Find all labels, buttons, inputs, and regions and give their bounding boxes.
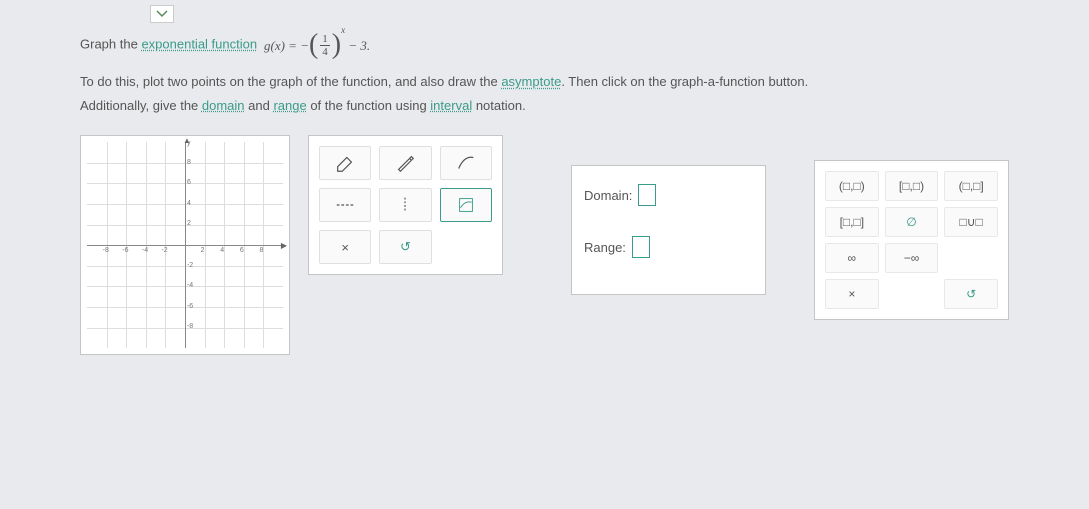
neg-infinity[interactable]: −∞ bbox=[885, 243, 939, 273]
point-tool[interactable] bbox=[379, 146, 431, 180]
infinity[interactable]: ∞ bbox=[825, 243, 879, 273]
interval-open-closed[interactable]: (□,□] bbox=[944, 171, 998, 201]
graph-canvas[interactable]: y ▲ ▶ -8 -6 -4 -2 2 4 6 8 8 6 4 2 -2 -4 … bbox=[80, 135, 290, 355]
link-asymptote[interactable]: asymptote bbox=[501, 74, 561, 89]
clear-button[interactable]: × bbox=[319, 230, 371, 264]
segment-tool[interactable] bbox=[379, 188, 431, 222]
reset-button[interactable]: ↺ bbox=[379, 230, 431, 264]
range-input[interactable] bbox=[632, 236, 650, 258]
link-range[interactable]: range bbox=[273, 98, 306, 113]
formula: g(x) = −(14)x − 3. bbox=[261, 20, 370, 70]
curve-tool[interactable] bbox=[440, 146, 492, 180]
range-label: Range: bbox=[584, 240, 626, 255]
link-domain[interactable]: domain bbox=[202, 98, 245, 113]
link-exponential[interactable]: exponential function bbox=[141, 37, 257, 52]
interval-closed-open[interactable]: [□,□) bbox=[885, 171, 939, 201]
symbol-palette: (□,□) [□,□) (□,□] [□,□] ∅ □∪□ ∞ −∞ × ↺ bbox=[814, 160, 1009, 320]
domain-input[interactable] bbox=[638, 184, 656, 206]
graph-function-tool[interactable] bbox=[440, 188, 492, 222]
union[interactable]: □∪□ bbox=[944, 207, 998, 237]
eraser-tool[interactable] bbox=[319, 146, 371, 180]
problem-statement: Graph the exponential function g(x) = −(… bbox=[80, 20, 1009, 117]
symbol-reset[interactable]: ↺ bbox=[944, 279, 998, 309]
domain-range-panel: Domain: Range: bbox=[571, 165, 766, 295]
interval-closed-closed[interactable]: [□,□] bbox=[825, 207, 879, 237]
asymptote-tool[interactable] bbox=[319, 188, 371, 222]
interval-open-open[interactable]: (□,□) bbox=[825, 171, 879, 201]
link-interval[interactable]: interval bbox=[430, 98, 472, 113]
empty-set[interactable]: ∅ bbox=[885, 207, 939, 237]
symbol-clear[interactable]: × bbox=[825, 279, 879, 309]
domain-label: Domain: bbox=[584, 188, 632, 203]
tool-palette: × ↺ bbox=[308, 135, 503, 275]
